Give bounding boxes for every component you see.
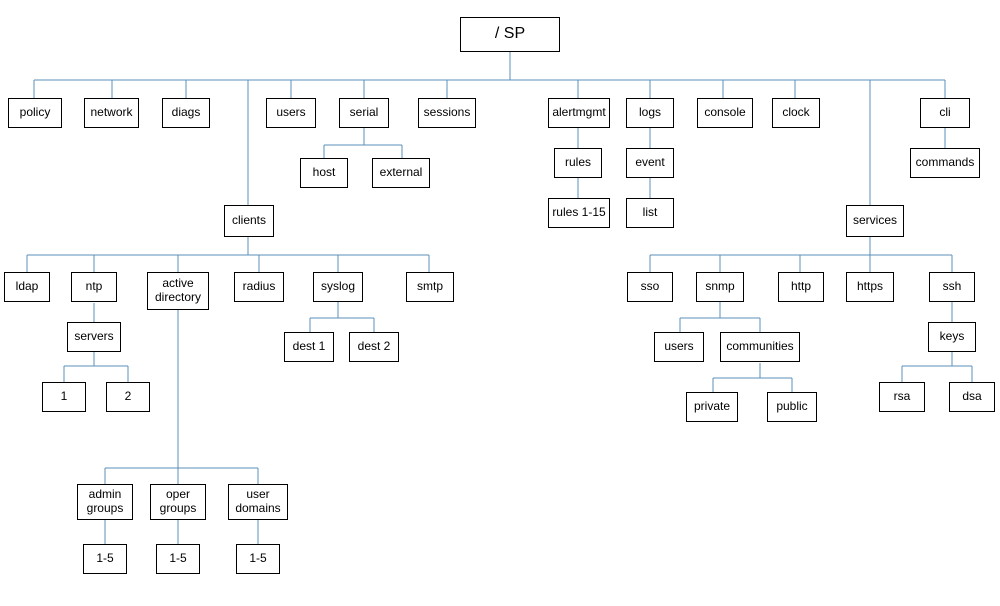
node-cli-commands: commands: [910, 148, 980, 178]
node-https: https: [846, 272, 894, 302]
node-root: / SP: [460, 17, 560, 52]
node-oper-groups: opergroups: [150, 484, 206, 520]
node-ad-1-5-c: 1-5: [236, 544, 280, 574]
node-ldap: ldap: [4, 272, 50, 302]
node-snmp-private: private: [686, 392, 738, 422]
node-console: console: [697, 98, 753, 128]
node-clients: clients: [224, 205, 274, 237]
node-syslog-dest1: dest 1: [284, 332, 334, 362]
node-radius: radius: [234, 272, 284, 302]
node-serial-host: host: [300, 158, 348, 188]
node-logs-event: event: [626, 148, 674, 178]
node-user-domains: userdomains: [228, 484, 288, 520]
node-logs-list: list: [626, 198, 674, 228]
node-ntp-2: 2: [106, 382, 150, 412]
node-alert-rules: rules: [554, 148, 602, 178]
node-active-directory: activedirectory: [147, 272, 209, 310]
node-cli: cli: [920, 98, 970, 128]
node-sessions: sessions: [418, 98, 476, 128]
node-services: services: [846, 205, 904, 237]
node-snmp-users: users: [654, 332, 704, 362]
node-syslog-dest2: dest 2: [349, 332, 399, 362]
node-policy: policy: [8, 98, 62, 128]
node-serial-external: external: [372, 158, 430, 188]
node-ssh: ssh: [929, 272, 975, 302]
node-network: network: [84, 98, 139, 128]
node-admin-groups: admingroups: [77, 484, 133, 520]
node-ssh-rsa: rsa: [879, 382, 925, 412]
node-alert-rules-1-15: rules 1-15: [548, 198, 610, 228]
node-ntp-1: 1: [42, 382, 86, 412]
node-snmp: snmp: [696, 272, 744, 302]
node-users: users: [266, 98, 316, 128]
node-http: http: [778, 272, 824, 302]
node-ntp: ntp: [71, 272, 117, 302]
node-logs: logs: [626, 98, 674, 128]
node-ntp-servers: servers: [67, 322, 121, 352]
node-serial: serial: [339, 98, 389, 128]
node-ssh-dsa: dsa: [949, 382, 995, 412]
node-clock: clock: [772, 98, 820, 128]
node-ad-1-5-b: 1-5: [156, 544, 200, 574]
node-syslog: syslog: [313, 272, 363, 302]
node-smtp: smtp: [406, 272, 454, 302]
node-ssh-keys: keys: [928, 322, 976, 352]
node-snmp-public: public: [767, 392, 817, 422]
node-snmp-communities: communities: [720, 332, 800, 362]
node-ad-1-5-a: 1-5: [83, 544, 127, 574]
node-alertmgmt: alertmgmt: [548, 98, 610, 128]
node-diags: diags: [162, 98, 210, 128]
node-sso: sso: [627, 272, 673, 302]
